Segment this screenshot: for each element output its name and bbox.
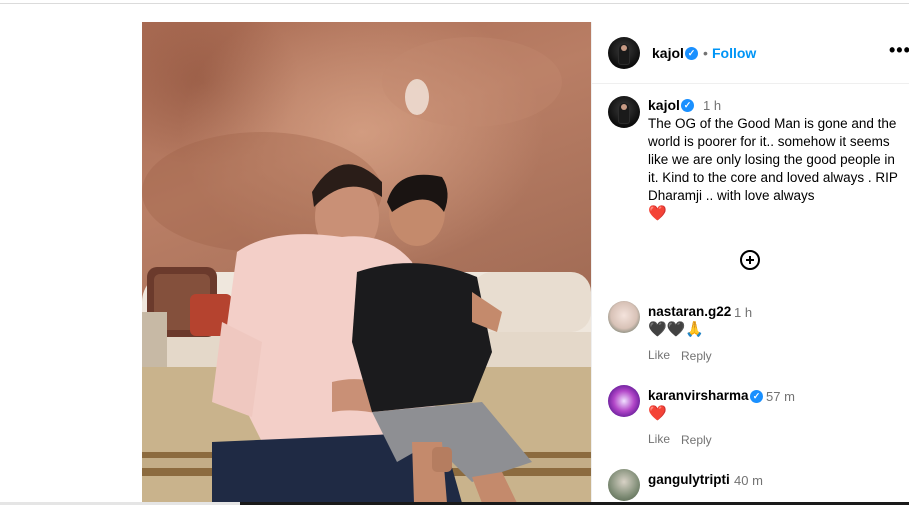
verified-badge-icon: ✓: [750, 390, 763, 403]
commenter-avatar[interactable]: [608, 385, 640, 417]
caption-author-username[interactable]: kajol: [648, 97, 680, 113]
comment-username[interactable]: karanvirsharma: [648, 388, 749, 403]
post-photo[interactable]: [142, 22, 591, 503]
caption-timestamp[interactable]: 1 h: [703, 98, 721, 113]
caption-author-avatar[interactable]: [608, 96, 640, 128]
photo-scene: [142, 37, 591, 503]
verified-badge-icon: ✓: [685, 47, 698, 60]
header-separator: •: [703, 45, 708, 61]
commenter-avatar[interactable]: [608, 469, 640, 501]
comment-timestamp[interactable]: 1 h: [734, 305, 752, 320]
reply-comment-button[interactable]: Reply: [681, 349, 712, 363]
more-options-icon[interactable]: •••: [889, 40, 909, 61]
top-divider: [0, 3, 909, 4]
author-avatar[interactable]: [608, 37, 640, 69]
like-comment-button[interactable]: Like: [648, 432, 670, 446]
comment-username[interactable]: gangulytripti: [648, 472, 730, 487]
plus-circle-icon[interactable]: [740, 250, 760, 270]
comment-timestamp[interactable]: 40 m: [734, 473, 763, 488]
follow-button[interactable]: Follow: [712, 45, 756, 61]
comment-timestamp[interactable]: 57 m: [766, 389, 795, 404]
header-divider: [591, 83, 909, 84]
like-comment-button[interactable]: Like: [648, 348, 670, 362]
comment-text: 🖤🖤🙏: [648, 321, 705, 338]
verified-badge-icon: ✓: [681, 99, 694, 112]
comment-username[interactable]: nastaran.g22: [648, 304, 731, 319]
reply-comment-button[interactable]: Reply: [681, 433, 712, 447]
comment-text: ❤️: [648, 405, 667, 422]
heart-emoji: ❤️: [648, 205, 667, 222]
caption-text: The OG of the Good Man is gone and the w…: [648, 116, 898, 203]
post-caption: The OG of the Good Man is gone and the w…: [648, 115, 903, 223]
author-username[interactable]: kajol: [652, 45, 684, 61]
commenter-avatar[interactable]: [608, 301, 640, 333]
